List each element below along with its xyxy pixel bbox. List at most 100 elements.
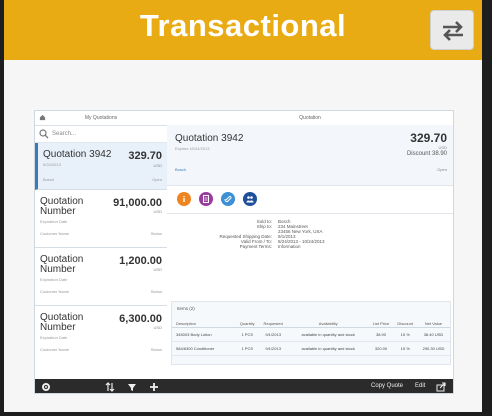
column-header: Availability [287, 319, 369, 328]
table-cell: 38.40 USD [416, 327, 450, 342]
list-item-footer: Customer Name Status [40, 347, 162, 352]
banner-title: Transactional [139, 8, 347, 43]
detail-pane: Quotation Quotation 3942 Expires 10/24/2… [167, 111, 453, 379]
quotation-form: Sold to: Bosch Ship to: 234 Mainstreet 234… [167, 219, 453, 249]
column-header: Net Value [416, 319, 450, 328]
list-item-status: Status [150, 231, 162, 236]
object-discount: Discount 38.90 [406, 151, 447, 157]
list-item-footer: Bosch Open [43, 177, 162, 182]
list-item-name: Quotation Number [40, 196, 84, 217]
master-header: My Quotations [35, 111, 167, 126]
table-cell: 15 % [393, 327, 417, 342]
customer-link[interactable]: Bosch [175, 167, 186, 172]
share-icon[interactable] [436, 382, 446, 392]
tab-info[interactable] [177, 192, 191, 206]
search-placeholder: Search... [52, 131, 77, 137]
settings-icon[interactable] [41, 382, 51, 392]
column-header: List Price [368, 319, 394, 328]
list-item-status: Status [150, 347, 162, 352]
edit-button[interactable]: Edit [415, 383, 425, 389]
table-cell: 15 % [393, 341, 417, 356]
list-item-name: Quotation Number [40, 312, 84, 333]
list-item-name: Quotation Number [40, 254, 84, 275]
list-item-footer: Customer Name Status [40, 289, 162, 294]
list-item[interactable]: Quotation Number 91,000.00 USD Expiratio… [35, 190, 167, 248]
form-row: Payment Terms: Information [167, 244, 453, 249]
form-value: Information [278, 244, 301, 249]
table-row[interactable]: 345003 Body Lotion 1 PCS 9/1/2013 availa… [172, 327, 450, 342]
list-item-footer: Customer Name Status [40, 231, 162, 236]
items-table: Description Quantity Requested Availabil… [172, 319, 450, 356]
footer-toolbar: Copy Quote Edit [35, 379, 453, 393]
table-cell: 345003 Body Lotion [172, 327, 236, 342]
table-cell: 1 PCS [235, 327, 259, 342]
table-cell: 584/6300 Conditioner [172, 341, 236, 356]
people-icon [246, 196, 254, 203]
table-cell: 320.00 [368, 341, 394, 356]
sort-icon[interactable] [105, 382, 115, 392]
list-item-date: 9/24/2013 [43, 162, 61, 167]
swap-icon [443, 21, 463, 41]
object-currency: USD [438, 145, 447, 150]
detail-header: Quotation [167, 111, 453, 126]
object-header: Quotation 3942 Expires 10/24/2013 329.70… [167, 125, 453, 186]
list-item-currency: USD [153, 325, 162, 330]
swap-button[interactable] [430, 10, 474, 50]
list-item[interactable]: Quotation Number 6,300.00 USD Expiration… [35, 306, 167, 368]
icon-tab-bar [167, 185, 453, 214]
search-field[interactable]: Search... [35, 126, 167, 143]
object-amount: 329.70 [410, 131, 447, 145]
list-item-value: 6,300.00 [119, 313, 162, 325]
list-icon [203, 195, 209, 203]
table-cell: available in quantity and stock [287, 341, 369, 356]
list-item-currency: USD [153, 163, 162, 168]
list-item-value: 329.70 [128, 150, 162, 162]
list-item-status: Open [152, 177, 162, 182]
info-icon [183, 196, 185, 202]
list-item-currency: USD [153, 267, 162, 272]
list-item-status: Status [150, 289, 162, 294]
tab-contacts[interactable] [243, 192, 257, 206]
column-header: Discount [393, 319, 417, 328]
list-item[interactable]: Quotation 3942 329.70 USD 9/24/2013 Bosc… [35, 143, 167, 190]
list-item-date: Expiration Date [40, 219, 68, 224]
master-list-pane: My Quotations Search... Quotation 3942 3… [35, 111, 168, 379]
screenshot-frame: Transactional My Quotations Search... Qu… [4, 0, 482, 412]
items-header: Items (2) [177, 306, 195, 311]
table-cell: 38.90 [368, 327, 394, 342]
tab-attachments[interactable] [221, 192, 235, 206]
object-expiry: Expires 10/24/2013 [175, 146, 210, 151]
table-cell: 9/1/2013 [258, 327, 288, 342]
list-item-customer: Customer Name [40, 289, 70, 294]
list-item-value: 1,200.00 [119, 255, 162, 267]
items-section: Items (2) Description Quantity Requested… [171, 301, 451, 365]
table-cell: 9/1/2013 [258, 341, 288, 356]
banner: Transactional [4, 0, 482, 60]
table-cell: 290.30 USD [416, 341, 450, 356]
column-header: Description [172, 319, 236, 328]
list-item-value: 91,000.00 [113, 197, 162, 209]
column-header: Quantity [235, 319, 259, 328]
copy-quote-button[interactable]: Copy Quote [371, 383, 403, 389]
column-header: Requested [258, 319, 288, 328]
add-icon[interactable] [149, 382, 159, 392]
table-header-row: Description Quantity Requested Availabil… [172, 319, 450, 328]
list-item-customer: Bosch [43, 177, 55, 182]
app-window: My Quotations Search... Quotation 3942 3… [34, 110, 454, 394]
list-item-name: Quotation 3942 [43, 149, 112, 160]
list-item-customer: Customer Name [40, 231, 70, 236]
list-item[interactable]: Quotation Number 1,200.00 USD Expiration… [35, 248, 167, 306]
tab-items[interactable] [199, 192, 213, 206]
list-item-date: Expiration Date [40, 335, 68, 340]
search-icon [39, 129, 49, 139]
paperclip-icon [224, 195, 232, 203]
list-item-date: Expiration Date [40, 277, 68, 282]
form-label: Payment Terms: [239, 244, 272, 249]
table-cell: available in quantity and stock [287, 327, 369, 342]
table-row[interactable]: 584/6300 Conditioner 1 PCS 9/1/2013 avai… [172, 341, 450, 356]
list-item-currency: USD [153, 209, 162, 214]
master-title: My Quotations [84, 115, 118, 121]
list-item-customer: Customer Name [40, 347, 70, 352]
filter-icon[interactable] [127, 382, 137, 392]
object-title: Quotation 3942 [175, 133, 244, 144]
